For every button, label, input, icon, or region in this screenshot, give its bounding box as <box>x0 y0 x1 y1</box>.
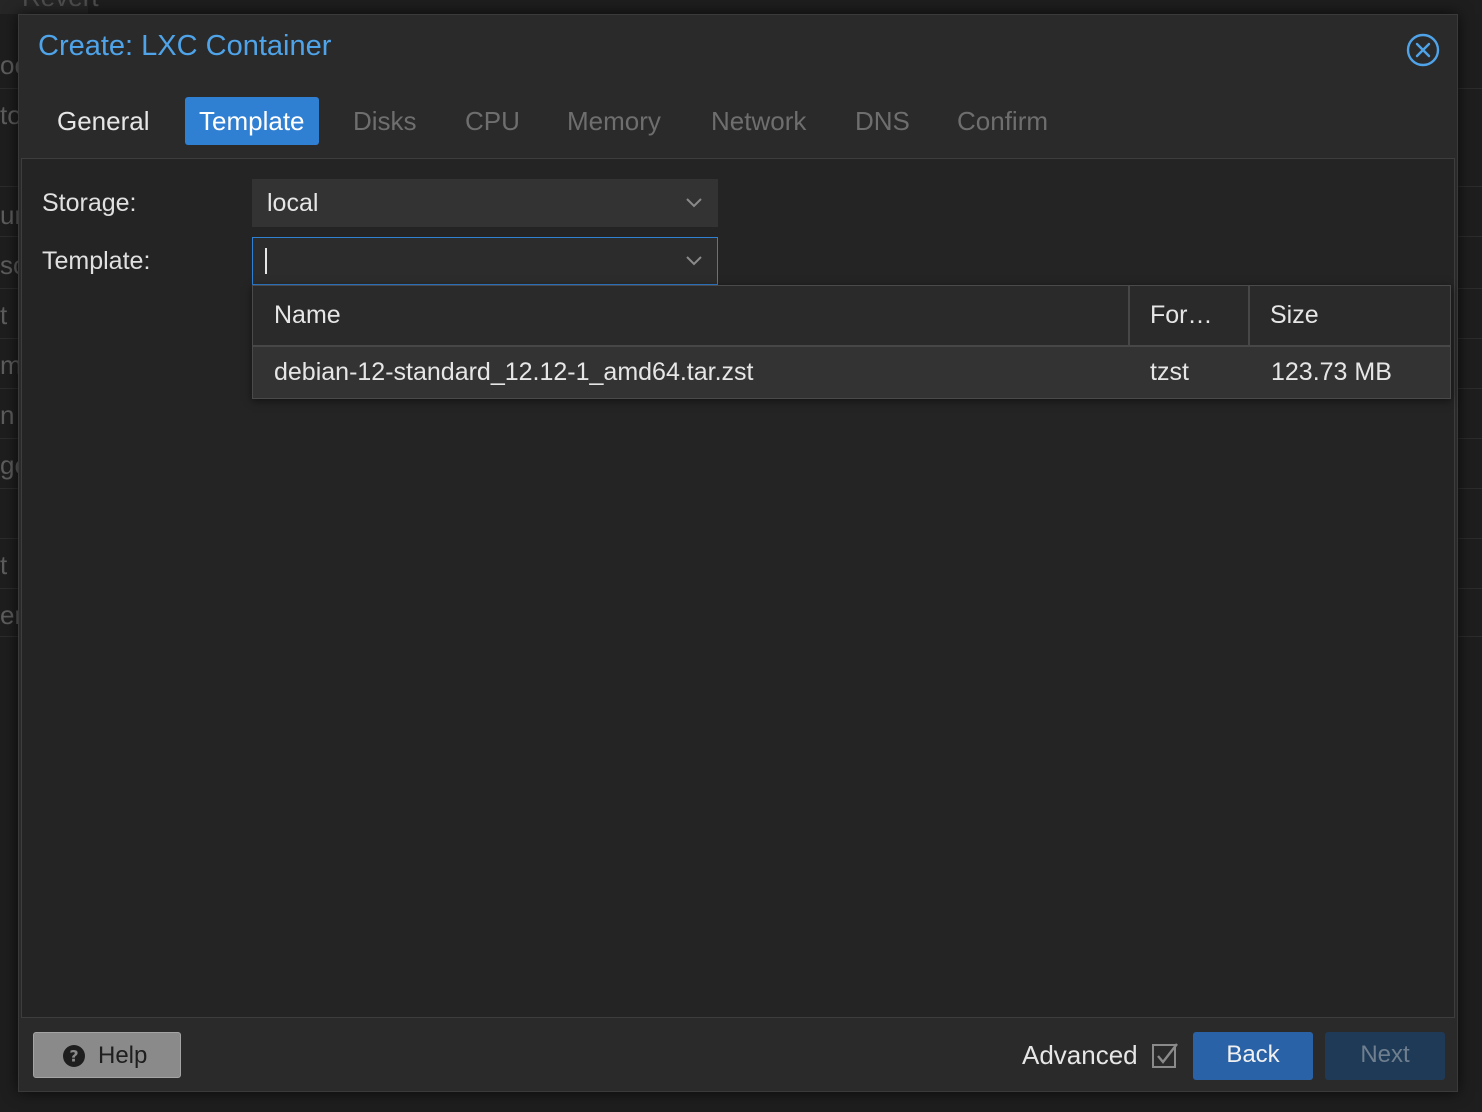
template-row-name: debian-12-standard_12.12-1_amd64.tar.zst <box>274 358 754 386</box>
background-text-fragment: t <box>0 300 8 330</box>
tab-confirm[interactable]: Confirm <box>943 97 1062 145</box>
template-select[interactable] <box>252 237 718 285</box>
tab-disks[interactable]: Disks <box>339 97 431 145</box>
template-row-size: 123.73 MB <box>1271 358 1392 386</box>
picker-header: Name For… Size <box>253 286 1450 347</box>
background-text-fragment: t <box>0 550 8 580</box>
tab-template[interactable]: Template <box>185 97 319 145</box>
background-text-fragment: n <box>0 400 15 430</box>
next-button[interactable]: Next <box>1325 1032 1445 1080</box>
tab-memory[interactable]: Memory <box>553 97 675 145</box>
column-header-format[interactable]: For… <box>1129 286 1249 345</box>
close-button[interactable] <box>1406 33 1440 67</box>
question-circle-icon: ? <box>63 1045 85 1067</box>
help-button[interactable]: ? Help <box>33 1032 181 1078</box>
tab-general[interactable]: General <box>43 97 164 145</box>
tab-cpu[interactable]: CPU <box>451 97 534 145</box>
column-header-size[interactable]: Size <box>1249 286 1449 345</box>
chevron-down-icon[interactable] <box>685 254 703 268</box>
template-picker-dropdown: Name For… Size debian-12-standard_12.12-… <box>252 285 1451 399</box>
template-label: Template: <box>42 247 151 275</box>
background-revert-text: Revert <box>22 0 99 13</box>
storage-select-value: local <box>267 189 319 217</box>
dialog-title: Create: LXC Container <box>38 30 332 62</box>
advanced-label: Advanced <box>1022 1040 1138 1070</box>
template-row[interactable]: debian-12-standard_12.12-1_amd64.tar.zst… <box>253 347 1450 398</box>
tab-dns[interactable]: DNS <box>841 97 924 145</box>
close-circle-icon <box>1406 33 1440 67</box>
tab-network[interactable]: Network <box>697 97 820 145</box>
advanced-checkbox[interactable] <box>1151 1041 1179 1069</box>
help-button-label: Help <box>98 1042 148 1069</box>
text-cursor <box>265 248 267 274</box>
svg-text:?: ? <box>69 1047 78 1066</box>
storage-label: Storage: <box>42 189 137 217</box>
back-button[interactable]: Back <box>1193 1032 1313 1080</box>
chevron-down-icon[interactable] <box>685 196 703 210</box>
create-lxc-dialog: Create: LXC Container General Template D… <box>18 14 1458 1092</box>
column-header-name[interactable]: Name <box>253 286 1129 345</box>
template-row-format: tzst <box>1150 358 1189 386</box>
storage-select[interactable]: local <box>252 179 718 227</box>
